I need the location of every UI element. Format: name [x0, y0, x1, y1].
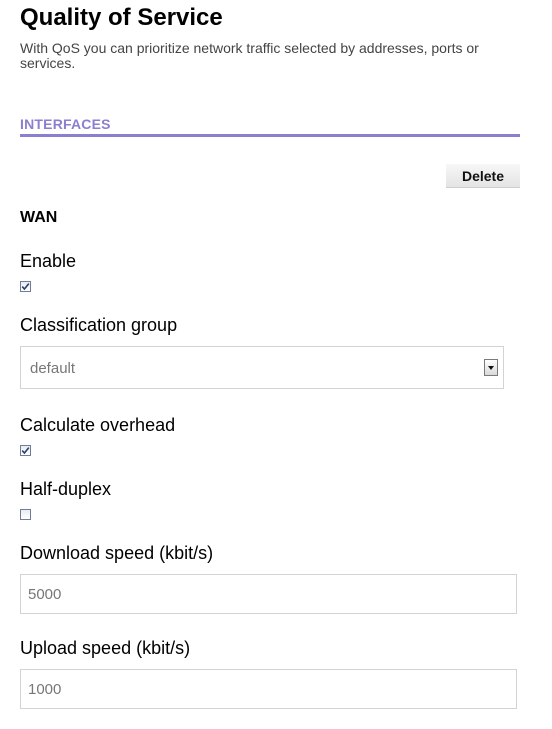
- upload-speed-value: 1000: [28, 681, 62, 698]
- enable-checkbox[interactable]: [20, 281, 31, 292]
- page-description: With QoS you can prioritize network traf…: [20, 40, 479, 71]
- page-title: Quality of Service: [20, 4, 223, 31]
- checkmark-icon: [21, 447, 30, 455]
- chevron-down-icon[interactable]: [484, 359, 498, 376]
- classification-group-value: default: [30, 360, 76, 377]
- download-speed-label: Download speed (kbit/s): [20, 543, 214, 563]
- classification-group-select[interactable]: default: [20, 346, 504, 389]
- checkmark-icon: [21, 283, 30, 291]
- calculate-overhead-checkbox[interactable]: [20, 445, 31, 456]
- calculate-overhead-label: Calculate overhead: [20, 415, 176, 435]
- classification-group-label: Classification group: [20, 315, 178, 335]
- delete-button[interactable]: Delete: [446, 164, 520, 188]
- half-duplex-checkbox[interactable]: [20, 509, 31, 520]
- download-speed-value: 5000: [28, 586, 62, 603]
- upload-speed-label: Upload speed (kbit/s): [20, 638, 191, 658]
- section-title: INTERFACES: [20, 116, 111, 132]
- download-speed-input[interactable]: 5000: [20, 574, 517, 614]
- section-header-interfaces: INTERFACES: [20, 116, 520, 137]
- half-duplex-label: Half-duplex: [20, 479, 112, 499]
- interface-name: WAN: [20, 209, 58, 226]
- enable-label: Enable: [20, 251, 77, 271]
- upload-speed-input[interactable]: 1000: [20, 669, 517, 709]
